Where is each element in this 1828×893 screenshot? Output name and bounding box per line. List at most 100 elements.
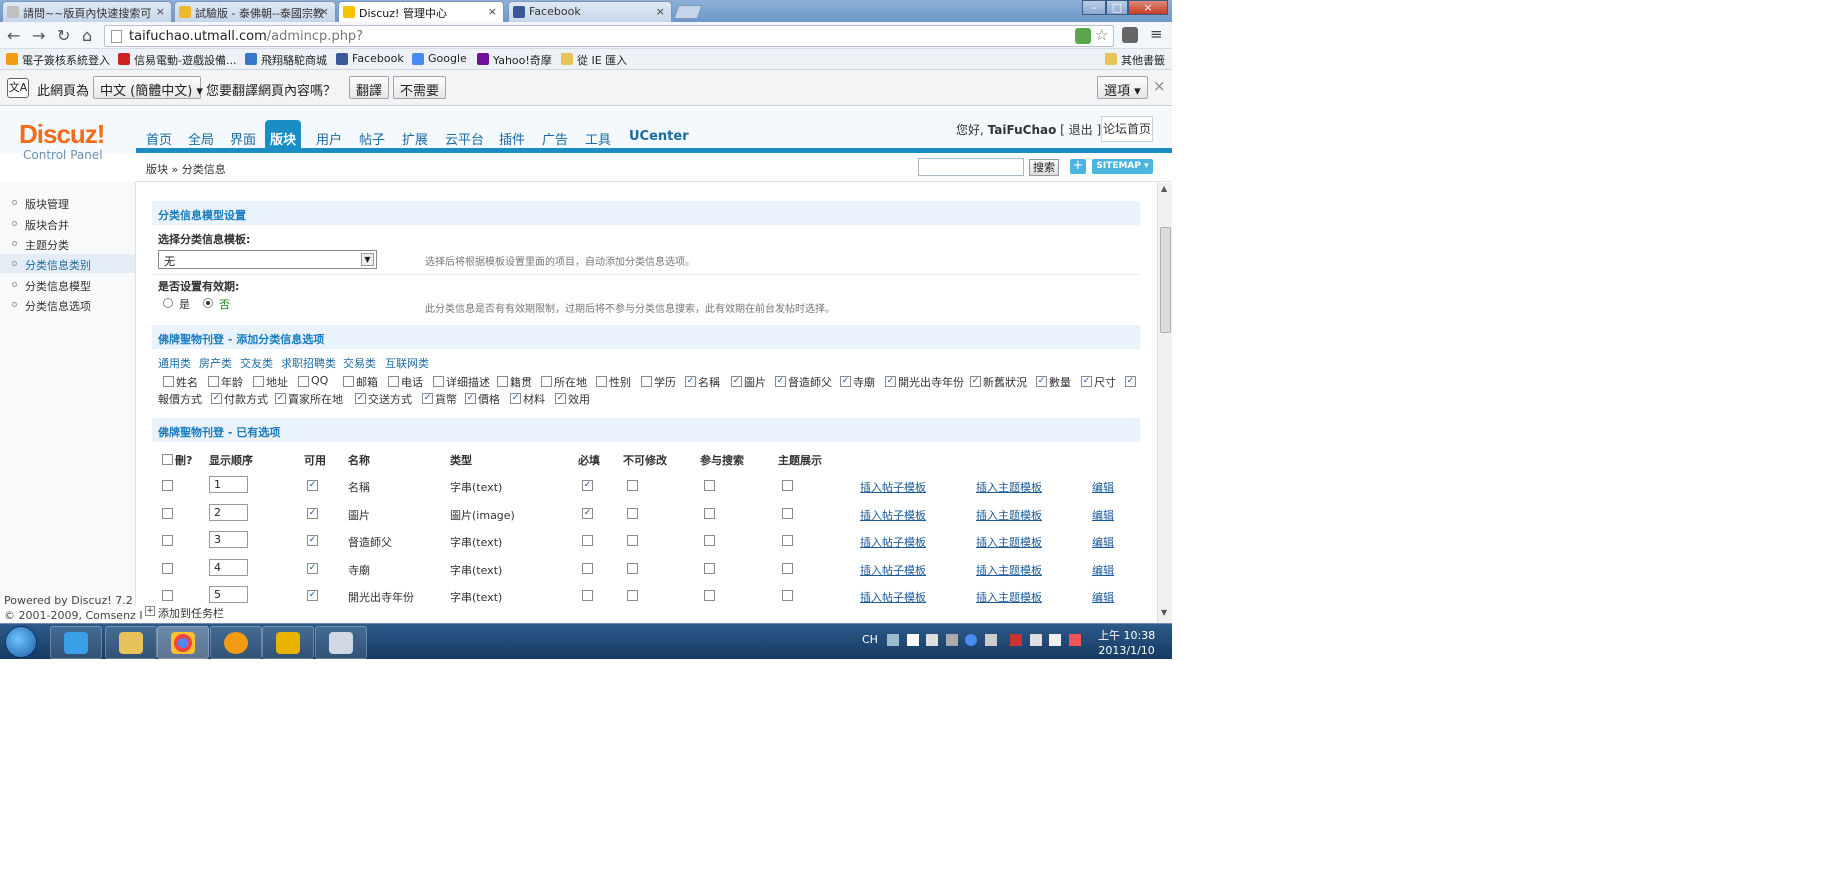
option-checkbox[interactable]: ✓ <box>211 393 222 404</box>
forum-home-button[interactable]: 论坛首页 <box>1101 116 1153 142</box>
taskbar-app-orange[interactable] <box>210 626 262 659</box>
sidebar-item-info-categories[interactable]: 分类信息类别 <box>0 254 135 273</box>
bookmark-item[interactable]: Yahoo!奇摩 <box>477 52 552 68</box>
option-checkbox[interactable]: ✓ <box>1125 376 1136 387</box>
order-input[interactable]: 4 <box>209 558 248 576</box>
option-checkbox[interactable] <box>497 376 508 387</box>
delete-checkbox[interactable] <box>162 507 173 519</box>
insert-thread-template-link[interactable]: 插入主题模板 <box>976 534 1042 550</box>
back-arrow-icon[interactable]: ← <box>7 26 20 45</box>
category-realestate[interactable]: 房产类 <box>199 355 232 371</box>
home-icon[interactable]: ⌂ <box>82 26 92 45</box>
option-checkbox[interactable] <box>163 376 174 387</box>
category-jobs[interactable]: 求职招聘类 <box>281 355 336 371</box>
add-to-taskbar-link[interactable]: 添加到任务栏 <box>158 605 224 621</box>
required-checkbox[interactable]: ✓ <box>582 507 593 519</box>
option-checkbox[interactable]: ✓ <box>885 376 896 387</box>
option-checkbox[interactable]: ✓ <box>840 376 851 387</box>
category-trade[interactable]: 交易类 <box>343 355 376 371</box>
bookmark-item[interactable]: 從 IE 匯入 <box>561 52 627 68</box>
unchangeable-checkbox[interactable] <box>627 507 638 519</box>
tab-facebook[interactable]: Facebook × <box>508 1 672 22</box>
expire-no-radio[interactable] <box>203 298 213 308</box>
option-checkbox[interactable]: ✓ <box>422 393 433 404</box>
display-checkbox[interactable] <box>782 535 793 546</box>
enabled-checkbox[interactable]: ✓ <box>307 480 318 491</box>
required-checkbox[interactable] <box>582 535 593 546</box>
option-checkbox[interactable] <box>433 376 444 387</box>
star-icon[interactable]: ☆ <box>1095 28 1111 44</box>
select-all-checkbox[interactable] <box>162 454 173 465</box>
tab-discuz-admin[interactable]: Discuz! 管理中心 × <box>338 1 504 23</box>
puzzle-icon[interactable] <box>1122 27 1138 43</box>
category-general[interactable]: 通用类 <box>158 355 191 371</box>
option-checkbox[interactable] <box>388 376 399 387</box>
option-checkbox[interactable]: ✓ <box>731 376 742 387</box>
unchangeable-checkbox[interactable] <box>627 535 638 546</box>
taskbar-paint[interactable] <box>315 626 367 659</box>
no-translate-button[interactable]: 不需要 <box>393 76 447 99</box>
insert-post-template-link[interactable]: 插入帖子模板 <box>860 479 926 495</box>
option-checkbox[interactable] <box>298 376 309 387</box>
extension-icon[interactable] <box>1075 28 1091 44</box>
bookmark-item[interactable]: 信易電動-遊戲設備... <box>118 52 236 68</box>
scroll-down-icon[interactable]: ▼ <box>1161 608 1167 617</box>
options-button[interactable]: 選項 ▾ <box>1097 76 1148 99</box>
edit-link[interactable]: 编辑 <box>1092 562 1114 578</box>
unchangeable-checkbox[interactable] <box>627 562 638 574</box>
option-checkbox[interactable] <box>208 376 219 387</box>
tab-trial[interactable]: 試驗版 - 泰佛朝--泰國宗教 × <box>174 1 336 22</box>
volume-icon[interactable] <box>1068 634 1081 646</box>
option-checkbox[interactable]: ✓ <box>555 393 566 404</box>
option-checkbox[interactable]: ✓ <box>685 376 696 387</box>
option-checkbox[interactable]: ✓ <box>775 376 786 387</box>
maximize-button[interactable]: □ <box>1106 0 1128 15</box>
translate-button[interactable]: 翻譯 <box>349 76 390 99</box>
network-icon[interactable] <box>1029 634 1042 646</box>
insert-thread-template-link[interactable]: 插入主题模板 <box>976 589 1042 605</box>
tray-icon[interactable] <box>945 634 958 646</box>
search-input[interactable] <box>918 158 1024 176</box>
insert-thread-template-link[interactable]: 插入主题模板 <box>976 507 1042 523</box>
insert-post-template-link[interactable]: 插入帖子模板 <box>860 562 926 578</box>
option-checkbox[interactable]: ✓ <box>970 376 981 387</box>
signal-icon[interactable] <box>1049 634 1062 646</box>
add-shortcut-button[interactable]: + <box>1070 159 1086 174</box>
template-select[interactable]: 无 ▼ <box>158 250 377 269</box>
discuz-logo[interactable]: Discuz! <box>19 119 105 150</box>
close-icon[interactable]: × <box>656 5 665 18</box>
edit-link[interactable]: 编辑 <box>1092 507 1114 523</box>
edit-link[interactable]: 编辑 <box>1092 479 1114 495</box>
forward-arrow-icon[interactable]: → <box>32 26 45 45</box>
sidebar-item-info-models[interactable]: 分类信息模型 <box>0 275 135 294</box>
taskbar-app-yellow[interactable] <box>262 626 314 659</box>
bookmark-item[interactable]: 電子簽核系統登入 <box>6 52 110 68</box>
clock[interactable]: 上午 10:38 2013/1/10 <box>1098 628 1155 658</box>
taskbar-chrome[interactable] <box>157 626 209 659</box>
order-input[interactable]: 2 <box>209 503 248 521</box>
enabled-checkbox[interactable]: ✓ <box>307 590 318 601</box>
language-select[interactable]: 中文 (簡體中文) ▾ <box>93 76 203 99</box>
option-checkbox[interactable]: ✓ <box>1081 376 1092 387</box>
edit-link[interactable]: 编辑 <box>1092 534 1114 550</box>
search-checkbox[interactable] <box>704 590 715 601</box>
minimize-button[interactable]: – <box>1082 0 1106 15</box>
option-checkbox[interactable] <box>641 376 652 387</box>
help-icon[interactable] <box>965 634 978 646</box>
order-input[interactable]: 3 <box>209 531 248 548</box>
plus-icon[interactable]: + <box>145 606 155 616</box>
close-icon[interactable]: × <box>156 5 165 18</box>
category-internet[interactable]: 互联网类 <box>385 355 429 371</box>
search-checkbox[interactable] <box>704 535 715 546</box>
tray-icon[interactable] <box>926 634 939 646</box>
display-checkbox[interactable] <box>782 590 793 601</box>
sidebar-item-forum-manage[interactable]: 版块管理 <box>0 193 135 212</box>
bookmark-item[interactable]: 飛翔駱駝商城 <box>245 52 327 68</box>
order-input[interactable]: 5 <box>209 586 248 603</box>
tab-discussion[interactable]: 請問~~版頁內快速搜索可 × <box>2 1 172 22</box>
scroll-up-icon[interactable]: ▲ <box>1161 184 1167 193</box>
sidebar-item-thread-types[interactable]: 主题分类 <box>0 234 135 253</box>
insert-thread-template-link[interactable]: 插入主题模板 <box>976 562 1042 578</box>
enabled-checkbox[interactable]: ✓ <box>307 507 318 519</box>
option-checkbox[interactable] <box>343 376 354 387</box>
